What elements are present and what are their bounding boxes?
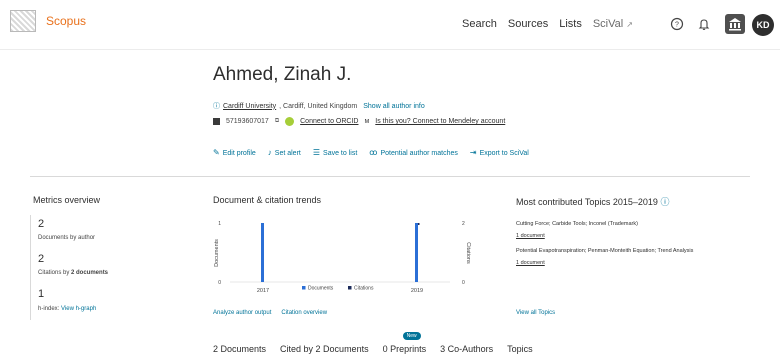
scopus-id-icon (213, 118, 220, 125)
people-icon: ꝏ (369, 148, 378, 157)
show-all-author-info-link[interactable]: Show all author info (363, 103, 424, 110)
author-identifiers-row: 57193607017 ⧉ Connect to ORCID ᴍ Is this… (213, 117, 505, 126)
user-avatar[interactable]: KD (752, 14, 774, 36)
scopus-logo[interactable]: Scopus (10, 10, 86, 32)
mendeley-icon: ᴍ (364, 118, 370, 125)
set-alert-button[interactable]: ♪ Set alert (268, 148, 301, 157)
metrics-vertical-rule (30, 215, 31, 320)
potential-author-matches-button[interactable]: ꝏ Potential author matches (369, 148, 458, 157)
info-circle-icon[interactable]: ⓘ (660, 197, 669, 207)
nav-scival[interactable]: SciVal ↗ (593, 18, 633, 30)
y2-tick-label: 2 (462, 221, 465, 227)
help-icon[interactable]: ? (670, 17, 684, 31)
author-tabs: 2 Documents Cited by 2 Documents New 0 Pr… (213, 332, 533, 354)
potential-author-matches-label: Potential author matches (380, 150, 458, 157)
x-tick-label: 2017 (257, 288, 269, 294)
nav-lists[interactable]: Lists (559, 18, 582, 30)
topic-name: Cutting Force; Carbide Tools; Inconel (T… (516, 221, 638, 227)
tab-documents[interactable]: 2 Documents (213, 344, 266, 354)
info-circle-icon: ⓘ (213, 103, 220, 110)
y-axis-label: Documents (214, 239, 220, 267)
citation-overview-link[interactable]: Citation overview (281, 310, 327, 316)
scopus-id: 57193607017 (226, 118, 269, 125)
bell-icon[interactable] (697, 17, 711, 31)
export-to-scival-label: Export to SciVal (479, 150, 529, 157)
topic-doc-link[interactable]: 1 document (516, 233, 545, 239)
orcid-icon (285, 117, 295, 126)
main-nav: Search Sources Lists SciVal ↗ (462, 18, 633, 30)
nav-scival-label: SciVal (592, 18, 624, 30)
copy-icon[interactable]: ⧉ (275, 118, 279, 125)
citations-label-bold: 2 documents (71, 270, 109, 276)
author-actions: ✎ Edit profile ♪ Set alert ☰ Save to list ꝏ… (213, 148, 529, 157)
author-affiliation-row: ⓘ Cardiff University , Cardiff, United K… (213, 101, 425, 111)
tab-topics[interactable]: Topics (507, 344, 533, 354)
svg-text:?: ? (675, 22, 679, 29)
legend-swatch (348, 286, 352, 290)
trend-links: Analyze author output Citation overview (213, 310, 327, 316)
citations-count[interactable]: 2 (38, 253, 44, 265)
set-alert-label: Set alert (274, 150, 301, 157)
author-name: Ahmed, Zinah J. (213, 64, 352, 85)
section-divider (30, 176, 750, 177)
topic-doc-link[interactable]: 1 document (516, 260, 545, 266)
y2-axis-label: Citations (465, 242, 471, 264)
analyze-author-output-link[interactable]: Analyze author output (213, 310, 271, 316)
documents-bar (415, 223, 418, 282)
institution-icon[interactable] (725, 14, 745, 34)
edit-profile-button[interactable]: ✎ Edit profile (213, 148, 256, 157)
tab-cited-by[interactable]: Cited by 2 Documents (280, 344, 369, 354)
connect-mendeley-link[interactable]: Is this you? Connect to Mendeley account (375, 118, 505, 125)
tab-preprints[interactable]: New 0 Preprints (382, 332, 427, 354)
documents-label: Documents by author (38, 235, 96, 241)
bell-icon: ♪ (267, 148, 272, 157)
citations-bar (418, 223, 420, 225)
affiliation-link[interactable]: Cardiff University (223, 103, 276, 110)
documents-count[interactable]: 2 (38, 218, 44, 230)
documents-bar (261, 223, 264, 282)
save-to-list-label: Save to list (323, 150, 358, 157)
legend-label: Documents (308, 286, 334, 292)
legend-swatch (302, 286, 306, 290)
affiliation-location: , Cardiff, United Kingdom (279, 102, 358, 110)
hindex-label: h-index: (38, 306, 60, 312)
trends-title: Document & citation trends (213, 195, 322, 205)
elsevier-logo-icon (10, 10, 36, 32)
tab-preprints-label: 0 Preprints (382, 344, 427, 354)
pencil-icon: ✎ (213, 148, 220, 157)
logo-text: Scopus (46, 14, 87, 28)
citations-label: Citations by 2 documents (38, 270, 108, 276)
citations-label-prefix: Citations by (38, 270, 72, 276)
new-badge: New (402, 332, 421, 340)
external-link-icon: ↗ (626, 20, 633, 29)
y-tick-label: 0 (218, 280, 221, 286)
y2-tick-label: 0 (462, 280, 465, 286)
connect-orcid-link[interactable]: Connect to ORCID (300, 118, 358, 125)
edit-profile-label: Edit profile (222, 150, 256, 157)
nav-sources[interactable]: Sources (508, 18, 548, 30)
save-to-list-button[interactable]: ☰ Save to list (313, 148, 357, 157)
export-icon: ⇥ (469, 148, 477, 157)
document-citation-chart: 0 1 0 2 Documents Citations 2017 2019 Documents C… (214, 221, 471, 294)
topics-title-text: Most contributed Topics 2015–2019 (516, 197, 658, 207)
topic-name: Potential Evapotranspiration; Penman-Mon… (516, 248, 694, 254)
export-to-scival-button[interactable]: ⇥ Export to SciVal (470, 148, 529, 157)
y-tick-label: 1 (218, 221, 221, 227)
view-all-topics-link[interactable]: View all Topics (516, 310, 555, 316)
topics-title: Most contributed Topics 2015–2019 ⓘ (516, 195, 669, 208)
list-icon: ☰ (312, 148, 321, 157)
hindex-count: 1 (38, 288, 45, 300)
tab-co-authors[interactable]: 3 Co-Authors (440, 344, 493, 354)
x-tick-label: 2019 (411, 288, 423, 294)
top-navigation-bar: Scopus Search Sources Lists SciVal ↗ ? K… (0, 0, 780, 50)
nav-search[interactable]: Search (462, 18, 497, 30)
legend-label: Citations (354, 286, 374, 292)
hindex-label-row: h-index: View h-graph (38, 306, 96, 312)
metrics-overview-title: Metrics overview (33, 195, 101, 205)
view-h-graph-link[interactable]: View h-graph (61, 306, 96, 312)
